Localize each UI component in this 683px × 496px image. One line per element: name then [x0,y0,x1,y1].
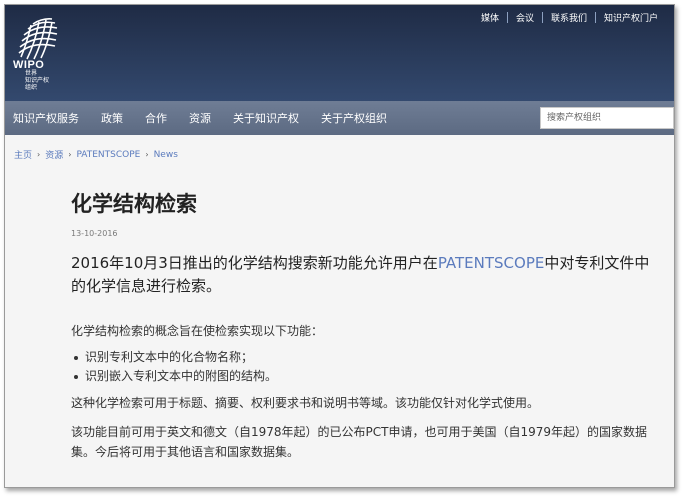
top-link-contact[interactable]: 联系我们 [543,11,595,24]
chevron-right-icon: › [68,150,72,159]
feature-list: 识别专利文本中的化合物名称； 识别嵌入专利文本中的附图的结构。 [71,348,671,386]
patentscope-link[interactable]: PATENTSCOPE [438,254,545,272]
browser-viewport: WIPO 世界 知识产权 组织 媒体 会议 联系我们 知识产权门户 知识产权服务… [4,4,675,488]
breadcrumb: 主页 › 资源 › PATENTSCOPE › News [14,148,178,162]
wipo-globe-icon [18,18,58,60]
nav-item-ip-services[interactable]: 知识产权服务 [5,110,79,126]
top-link-meetings[interactable]: 会议 [508,11,542,24]
chevron-right-icon: › [145,150,149,159]
lead-text-start: 2016年10月3日推出的化学结构搜索新功能允许用户在 [71,254,438,272]
logo-wordmark: WIPO [13,59,45,71]
logo-subtitle-1: 世界 [25,71,38,77]
top-links: 媒体 会议 联系我们 知识产权门户 [473,11,666,24]
page-title: 化学结构检索 [71,192,197,216]
logo-subtitle-2: 知识产权 [25,78,50,84]
scope-paragraph: 这种化学检索可用于标题、摘要、权利要求书和说明书等域。该功能仅针对化学式使用。 [71,396,540,410]
breadcrumb-news[interactable]: News [154,150,178,160]
intro-paragraph: 化学结构检索的概念旨在使检索实现以下功能： [71,324,324,338]
article: 化学结构检索 13-10-2016 2016年10月3日推出的化学结构搜索新功能… [71,191,671,462]
nav-item-about-ip[interactable]: 关于知识产权 [225,110,299,126]
availability-paragraph: 该功能目前可用于英文和德文（自1978年起）的已公布PCT申请，也可用于美国（自… [71,425,648,459]
publish-date: 13-10-2016 [71,229,118,238]
list-item: 识别专利文本中的化合物名称； [74,348,671,367]
main-nav: 知识产权服务 政策 合作 资源 关于知识产权 关于产权组织 [5,101,674,135]
top-link-ip-portal[interactable]: 知识产权门户 [596,11,666,24]
chevron-right-icon: › [37,150,41,159]
nav-item-cooperation[interactable]: 合作 [137,110,167,126]
breadcrumb-home[interactable]: 主页 [14,148,32,161]
list-item: 识别嵌入专利文本中的附图的结构。 [74,367,671,386]
breadcrumb-resources[interactable]: 资源 [45,148,63,161]
logo-subtitle-3: 组织 [25,85,38,91]
top-link-media[interactable]: 媒体 [473,11,507,24]
nav-item-policy[interactable]: 政策 [93,110,123,126]
breadcrumb-patentscope[interactable]: PATENTSCOPE [76,150,140,160]
lead-paragraph: 2016年10月3日推出的化学结构搜索新功能允许用户在PATENTSCOPE中对… [71,252,663,298]
search-input[interactable] [540,107,674,129]
nav-item-resources[interactable]: 资源 [181,110,211,126]
nav-item-about-wipo[interactable]: 关于产权组织 [313,110,387,126]
logo-text: WIPO 世界 知识产权 组织 [13,60,49,92]
site-header: WIPO 世界 知识产权 组织 媒体 会议 联系我们 知识产权门户 [5,5,674,101]
